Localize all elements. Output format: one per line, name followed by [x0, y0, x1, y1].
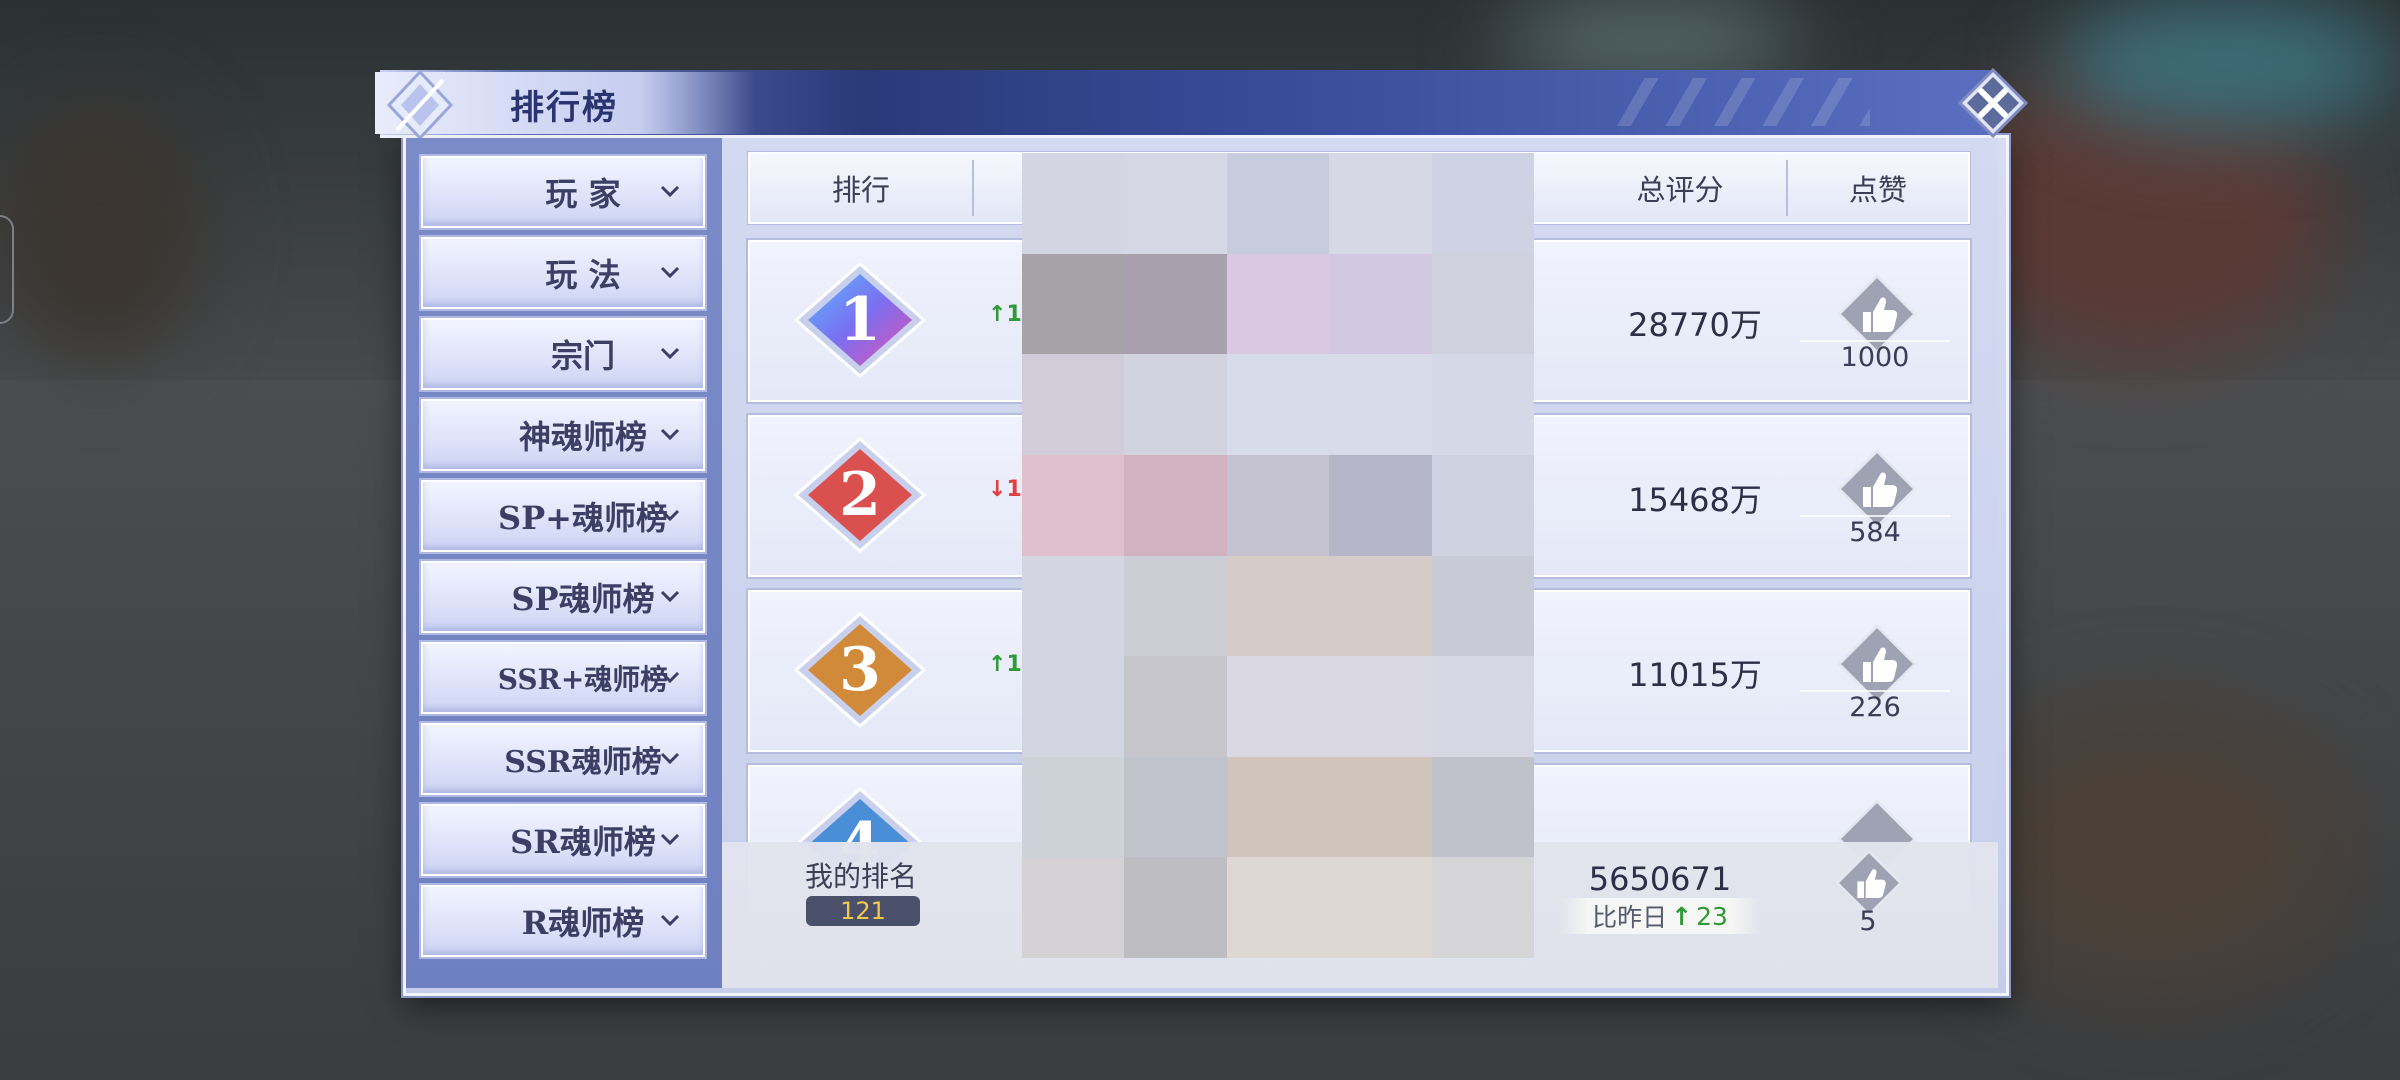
mosaic-cell	[1226, 454, 1330, 556]
my-rank-badge: 121	[806, 896, 920, 926]
mosaic-cell	[1124, 857, 1227, 958]
mosaic-cell	[1226, 153, 1330, 254]
mosaic-cell	[1431, 153, 1534, 254]
mosaic-cell	[1124, 555, 1227, 657]
chevron-down-icon	[660, 428, 680, 441]
nav-item-ssr-plus[interactable]: SSR+魂师榜	[421, 642, 705, 714]
nav-item-sect[interactable]: 宗门	[421, 318, 705, 390]
nav-item-label: R魂师榜	[521, 904, 645, 942]
mosaic-cell	[1124, 153, 1227, 254]
nav-item-label: SP魂师榜	[511, 580, 655, 618]
crystal-ornament-icon	[386, 70, 454, 140]
mosaic-cell	[1431, 354, 1534, 455]
header-total-score: 总评分	[1636, 173, 1724, 207]
mosaic-cell	[1329, 454, 1432, 556]
nav-item-label: SSR魂师榜	[504, 745, 662, 780]
rank-trend: ↓1	[988, 477, 1022, 502]
like-count: 1000	[1800, 340, 1950, 373]
rank-badge-icon: 2	[793, 437, 927, 553]
header-likes: 点赞	[1848, 173, 1907, 207]
arrow-up-icon: ↑	[1671, 901, 1693, 931]
mosaic-cell	[1226, 756, 1330, 858]
mosaic-cell	[1124, 454, 1227, 556]
rank-badge-icon: 1	[793, 262, 927, 378]
mosaic-cell	[1329, 555, 1432, 657]
mosaic-cell	[1329, 656, 1432, 757]
nav-item-sp-plus[interactable]: SP+魂师榜	[421, 480, 705, 552]
my-like-count: 5	[1859, 906, 1877, 937]
mosaic-cell	[1124, 354, 1227, 455]
nav-item-gameplay[interactable]: 玩 法	[421, 237, 705, 309]
chevron-down-icon	[660, 590, 680, 603]
close-icon[interactable]	[1958, 68, 2028, 138]
nav-item-sr[interactable]: SR魂师榜	[421, 804, 705, 876]
nav-item-sp[interactable]: SP魂师榜	[421, 561, 705, 633]
nav-item-god-soul-master[interactable]: 神魂师榜	[421, 399, 705, 471]
mosaic-cell	[1431, 756, 1534, 858]
nav-item-label: SP+魂师榜	[498, 499, 668, 537]
nav-item-r[interactable]: R魂师榜	[421, 885, 705, 957]
window-title: 排行榜	[510, 88, 618, 128]
mosaic-cell	[1431, 253, 1534, 355]
mosaic-cell	[1124, 756, 1227, 858]
mosaic-cell	[1329, 756, 1432, 858]
mosaic-cell	[1226, 656, 1330, 757]
my-rank-label: 我的排名	[805, 860, 918, 893]
mosaic-cell	[1226, 253, 1330, 355]
rank-badge-icon: 3	[793, 612, 927, 728]
compare-yesterday: 比昨日 ↑ 23	[1558, 898, 1762, 934]
mosaic-cell	[1022, 153, 1125, 254]
chevron-down-icon	[660, 185, 680, 198]
mosaic-cell	[1022, 656, 1125, 757]
chevron-down-icon	[660, 509, 680, 522]
rank-trend: ↑1	[988, 302, 1022, 327]
nav-item-label: SR魂师榜	[510, 823, 656, 861]
mosaic-cell	[1329, 153, 1432, 254]
nav-item-label: SSR+魂师榜	[497, 663, 669, 696]
mosaic-cell	[1022, 354, 1125, 455]
rank-number: 3	[839, 635, 881, 705]
like-count: 226	[1800, 690, 1950, 723]
mosaic-cell	[1226, 354, 1330, 455]
mosaic-cell	[1022, 857, 1125, 958]
nav-item-label: 神魂师榜	[518, 418, 647, 456]
mosaic-cell	[1124, 656, 1227, 757]
mosaic-cell	[1226, 555, 1330, 657]
nav-item-label: 宗门	[550, 337, 615, 375]
mosaic-cell	[1226, 857, 1330, 958]
compare-label: 比昨日	[1592, 903, 1668, 932]
mosaic-cell	[1022, 555, 1125, 657]
chevron-down-icon	[660, 347, 680, 360]
rank-number: 2	[839, 460, 881, 530]
mosaic-cell	[1022, 253, 1125, 355]
compare-value: 23	[1696, 901, 1728, 931]
nav-item-players[interactable]: 玩 家	[421, 156, 705, 228]
nav-item-label: 玩 法	[545, 256, 621, 294]
mosaic-cell	[1329, 354, 1432, 455]
chevron-down-icon	[660, 833, 680, 846]
chevron-down-icon	[660, 752, 680, 765]
side-edge-tab[interactable]	[0, 215, 14, 324]
like-count: 584	[1800, 515, 1950, 548]
rank-number: 1	[839, 285, 881, 355]
mosaic-cell	[1431, 857, 1534, 958]
chevron-down-icon	[660, 671, 680, 684]
mosaic-cell	[1431, 656, 1534, 757]
nav-item-label: 玩 家	[545, 175, 621, 213]
category-sidebar: 玩 家 玩 法 宗门 神魂师榜 SP+魂师榜 SP魂师榜 SSR+魂师榜 SSR…	[406, 138, 722, 988]
rank-trend: ↑1	[988, 652, 1022, 677]
mosaic-cell	[1022, 454, 1125, 556]
mosaic-cell	[1329, 857, 1432, 958]
header-rank: 排行	[831, 173, 890, 207]
mosaic-cell	[1431, 454, 1534, 556]
privacy-mosaic	[1022, 153, 1534, 958]
nav-item-ssr[interactable]: SSR魂师榜	[421, 723, 705, 795]
mosaic-cell	[1431, 555, 1534, 657]
chevron-down-icon	[660, 266, 680, 279]
chevron-down-icon	[660, 914, 680, 927]
mosaic-cell	[1022, 756, 1125, 858]
my-total-score: 5650671	[1588, 860, 1732, 898]
mosaic-cell	[1124, 253, 1227, 355]
mosaic-cell	[1329, 253, 1432, 355]
